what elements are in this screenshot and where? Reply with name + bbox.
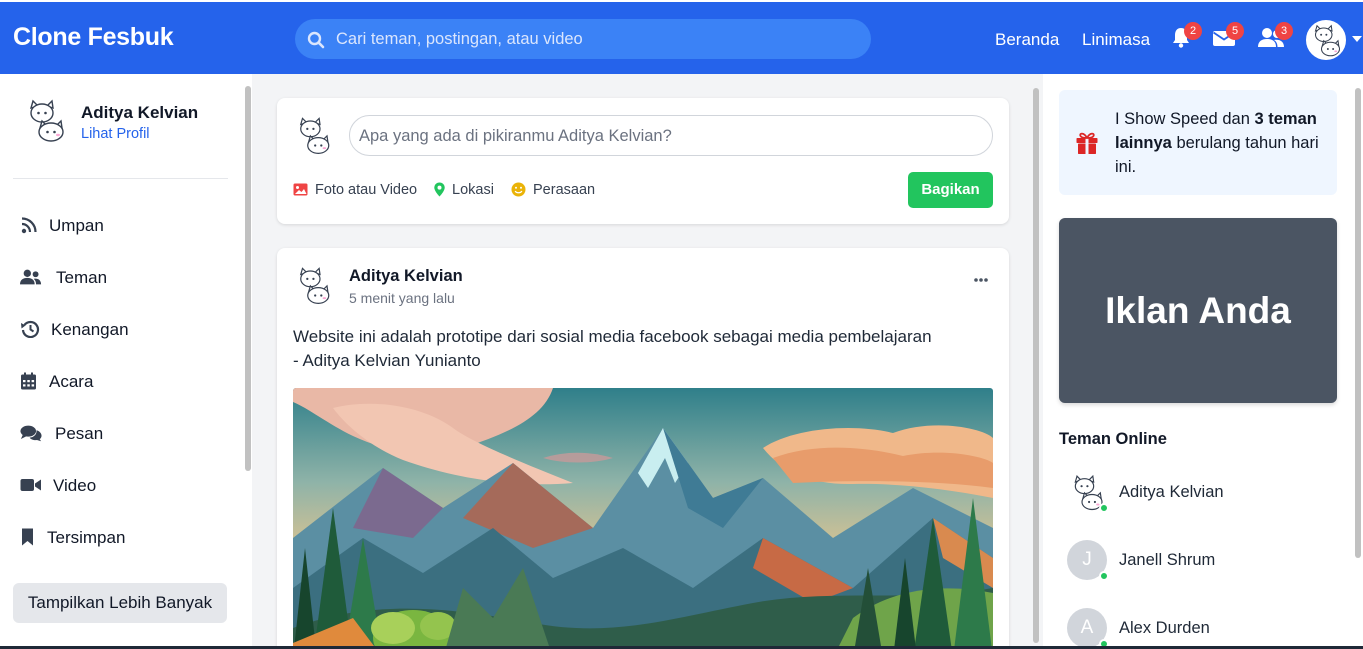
sidebar-item-label: Teman [56, 268, 108, 287]
video-icon [20, 479, 41, 491]
online-status-dot [1099, 503, 1109, 513]
post-author-name[interactable]: Aditya Kelvian [349, 267, 463, 286]
brand-logo[interactable]: Clone Fesbuk [13, 23, 174, 52]
online-friend-item[interactable]: A Alex Durden [1067, 608, 1327, 649]
ellipsis-icon[interactable] [973, 277, 989, 283]
left-scrollbar[interactable] [245, 86, 251, 471]
messages-button[interactable]: 5 [1212, 22, 1244, 50]
view-profile-link[interactable]: Lihat Profil [81, 126, 150, 142]
friend-requests-button[interactable]: 3 [1257, 22, 1293, 50]
sidebar-item-umpan[interactable]: Umpan [20, 210, 235, 240]
sidebar-item-tersimpan[interactable]: Tersimpan [20, 522, 235, 552]
friend-name: Janell Shrum [1119, 551, 1216, 569]
users-icon [20, 269, 42, 285]
sidebar-item-label: Umpan [49, 216, 104, 235]
sidebar-item-pesan[interactable]: Pesan [20, 418, 235, 448]
friend-name: Alex Durden [1119, 619, 1210, 637]
action-label: Lokasi [452, 182, 494, 198]
online-friend-item[interactable]: J Janell Shrum [1067, 540, 1327, 582]
birthday-text: I Show Speed dan 3 teman lainnya berulan… [1115, 107, 1327, 179]
cat-avatar-icon [1314, 24, 1341, 57]
birthday-person: I Show Speed [1115, 110, 1218, 128]
post-card: Aditya Kelvian 5 menit yang lalu Website… [277, 248, 1009, 649]
sidebar-item-label: Tersimpan [47, 528, 126, 547]
composer-input[interactable]: Apa yang ada di pikiranmu Aditya Kelvian… [349, 115, 993, 156]
sidebar-item-label: Video [53, 476, 97, 495]
notifications-button[interactable]: 2 [1170, 22, 1202, 50]
post-body: Website ini adalah prototipe dari sosial… [293, 325, 993, 373]
sidebar-item-acara[interactable]: Acara [20, 366, 235, 396]
post-image[interactable] [293, 388, 993, 649]
user-menu-avatar[interactable] [1306, 20, 1346, 60]
left-sidebar: Aditya Kelvian Lihat Profil Umpan Teman … [0, 74, 252, 649]
nav-link-beranda[interactable]: Beranda [995, 30, 1059, 50]
birthday-connector: dan [1222, 110, 1250, 128]
map-marker-icon [434, 182, 445, 197]
action-label: Perasaan [533, 182, 596, 198]
show-more-button[interactable]: Tampilkan Lebih Banyak [13, 583, 227, 623]
rss-icon [21, 217, 37, 234]
sidebar-item-video[interactable]: Video [20, 470, 235, 500]
ad-text: Iklan Anda [1105, 290, 1291, 331]
friend-requests-badge: 3 [1275, 22, 1293, 40]
sidebar-item-label: Acara [49, 372, 94, 391]
image-icon [293, 183, 308, 196]
nav-link-linimasa[interactable]: Linimasa [1082, 30, 1150, 50]
ad-banner[interactable]: Iklan Anda [1059, 218, 1337, 403]
cat-avatar-icon [29, 99, 64, 142]
friend-name: Aditya Kelvian [1119, 483, 1224, 501]
sidebar-item-teman[interactable]: Teman [20, 262, 235, 292]
comments-icon [20, 425, 42, 442]
search-input[interactable]: Cari teman, postingan, atau video [336, 30, 583, 49]
right-scrollbar[interactable] [1355, 88, 1361, 558]
birthday-card[interactable]: I Show Speed dan 3 teman lainnya berulan… [1059, 90, 1337, 195]
calendar-icon [21, 372, 36, 390]
composer-placeholder: Apa yang ada di pikiranmu Aditya Kelvian… [359, 127, 672, 145]
chevron-down-icon[interactable] [1352, 36, 1362, 42]
sidebar-item-label: Pesan [55, 424, 104, 443]
post-timestamp: 5 menit yang lalu [349, 290, 455, 306]
right-sidebar: I Show Speed dan 3 teman lainnya berulan… [1043, 74, 1363, 649]
cat-avatar-icon [299, 267, 330, 304]
feed-scrollbar[interactable] [1033, 88, 1039, 643]
bookmark-icon [22, 528, 33, 546]
search-bar[interactable]: Cari teman, postingan, atau video [295, 19, 871, 59]
post-composer: Apa yang ada di pikiranmu Aditya Kelvian… [277, 98, 1009, 224]
action-label: Foto atau Video [315, 182, 418, 198]
history-icon [21, 320, 40, 338]
online-friends-title: Teman Online [1059, 430, 1167, 448]
mountain-landscape-illustration [293, 388, 993, 649]
gift-icon [1076, 132, 1098, 154]
sidebar-item-label: Kenangan [51, 320, 129, 339]
profile-avatar[interactable] [21, 96, 69, 144]
profile-name: Aditya Kelvian [81, 103, 199, 122]
online-friend-item[interactable]: Aditya Kelvian [1067, 472, 1327, 514]
sidebar-item-kenangan[interactable]: Kenangan [20, 314, 235, 344]
post-text-line: Website ini adalah prototipe dari sosial… [293, 327, 932, 346]
divider [13, 178, 228, 179]
smile-icon [511, 182, 526, 197]
post-author-avatar[interactable] [292, 264, 334, 306]
online-status-dot [1099, 571, 1109, 581]
messages-badge: 5 [1226, 22, 1244, 40]
cat-avatar-icon [299, 117, 330, 154]
top-navbar: Clone Fesbuk Cari teman, postingan, atau… [0, 0, 1363, 74]
search-icon [307, 31, 325, 49]
post-text-line: - Aditya Kelvian Yunianto [293, 351, 481, 370]
notifications-badge: 2 [1184, 22, 1202, 40]
share-button[interactable]: Bagikan [908, 172, 993, 208]
composer-avatar [292, 114, 334, 156]
